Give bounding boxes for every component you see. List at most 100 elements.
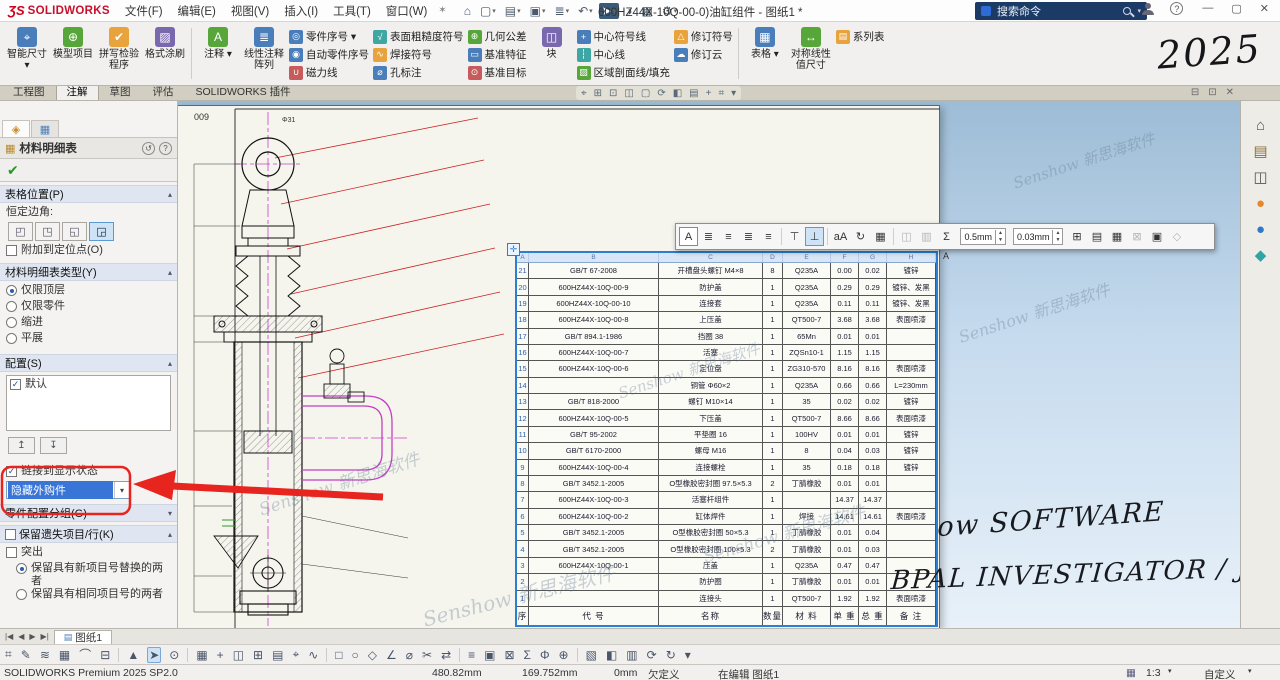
toolbar-icon[interactable]: ≡ (467, 648, 476, 662)
toolbar-icon[interactable]: ▦ (195, 648, 208, 662)
bom-table-row[interactable]: 2防护圈1丁腈橡胶0.010.01 (517, 573, 936, 589)
rotate-icon[interactable]: ↻ (851, 227, 870, 246)
cell-padding-vertical-input[interactable]: 0.03mm▲▼ (1013, 228, 1063, 245)
view-tool-icon[interactable]: ⌖ (581, 88, 587, 99)
search-icon[interactable] (1123, 7, 1131, 15)
ribbon-button-表面粗糙度符号[interactable]: √表面粗糙度符号 (373, 28, 464, 45)
bom-table[interactable]: ABCDEFGH 21GB/T 67-2008开槽盘头螺钉 M4×88Q235A… (515, 251, 938, 627)
bom-table-row[interactable]: 3600HZ44X-10Q-00-1压盖1Q235A0.470.47 (517, 557, 936, 573)
panel-help-icon[interactable]: ? (159, 142, 172, 155)
status-sheet-scale[interactable]: 1:3 (1146, 667, 1161, 679)
align-right-icon[interactable]: ≣ (739, 227, 758, 246)
delete-icon[interactable]: ⊠ (1127, 227, 1146, 246)
align-top-icon[interactable]: ⊤ (785, 227, 804, 246)
save-icon[interactable]: ▣▾ (527, 3, 549, 19)
toolbar-icon[interactable]: ⌒ (78, 646, 92, 663)
border-icon[interactable]: ▦ (1107, 227, 1126, 246)
ribbon-button-几何公差[interactable]: ⊕几何公差 (468, 28, 527, 45)
keep-missing-option[interactable]: 保留具有新项目号替换的两者 (6, 562, 171, 588)
ribbon-button-表格[interactable]: ▦表格 ▾ (742, 24, 788, 83)
toolbar-icon[interactable]: □ (334, 648, 343, 662)
bom-table-row[interactable]: 1连接头1QT500-71.921.92表面喷漆 (517, 590, 936, 606)
command-search[interactable]: 搜索命令 ▾ (975, 2, 1147, 20)
bom-type-option[interactable]: 仅限零件 (6, 300, 171, 313)
ribbon-button-模型项目[interactable]: ⊕模型项目 (50, 24, 96, 83)
search-caret-icon[interactable]: ▾ (1137, 7, 1141, 15)
ribbon-button-块[interactable]: ◫块 (529, 24, 575, 83)
view-tool-icon[interactable]: ⊡ (609, 88, 617, 99)
keep-missing-option[interactable]: 保留具有相同项目号的两者 (6, 588, 171, 601)
ribbon-button-智能尺寸[interactable]: ⌖智能尺寸 ▾ (4, 24, 50, 83)
sheet-nav-button[interactable]: ▶| (40, 632, 50, 641)
align-middle-icon[interactable]: ⊥ (805, 227, 824, 246)
bom-table-row[interactable]: 12600HZ44X-10Q-00-5下压盖1QT500-78.668.66表面… (517, 409, 936, 425)
section-keep-missing[interactable]: 保留遗失项目/行(K) ▴ (0, 525, 177, 543)
custom-properties-icon[interactable]: ◆ (1255, 247, 1267, 264)
toolbar-icon[interactable]: ○ (351, 648, 360, 662)
undo-panel-icon[interactable]: ↺ (142, 142, 155, 155)
section-table-position[interactable]: 表格位置(P) ▴ (0, 185, 177, 203)
keep-missing-checkbox[interactable] (5, 529, 16, 540)
minimize-button[interactable]: — (1199, 2, 1216, 15)
toolbar-icon[interactable]: ▤ (271, 648, 284, 662)
toolbar-icon[interactable]: ⊕ (558, 648, 570, 662)
radio-button[interactable] (6, 333, 17, 344)
toolbar-icon[interactable]: ▾ (684, 648, 692, 662)
toolbar-icon[interactable]: ▣ (483, 648, 496, 662)
bom-table-row[interactable]: 6600HZ44X-10Q-00-2缸体焊件1焊接14.6114.61表面喷漆 (517, 508, 936, 524)
sheet-tab[interactable]: ▤ 图纸1 (54, 630, 112, 644)
toolbar-icon[interactable]: ▧ (585, 648, 598, 662)
ribbon-button-零件序号[interactable]: ◎零件序号 ▾ (289, 28, 369, 45)
bom-table-row[interactable]: 14铜管 Φ60×21Q235A0.660.66L=230mm (517, 377, 936, 393)
toolbar-icon[interactable]: ∠ (385, 648, 398, 662)
move-up-button[interactable]: ↥ (8, 437, 35, 454)
bom-table-row[interactable]: 19600HZ44X-10Q-00-10连接套1Q235A0.110.11镀锌、… (517, 295, 936, 311)
link-display-state-row[interactable]: ✓ 链接到显示状态 (0, 465, 177, 478)
home-icon[interactable]: ⌂ (1256, 117, 1265, 134)
toolbar-icon[interactable]: ⌖ (291, 647, 300, 662)
toolbar-icon[interactable]: ▲ (126, 648, 140, 662)
undo-icon[interactable]: ↶▾ (575, 3, 596, 19)
grid-icon[interactable]: ▦ (1126, 667, 1136, 679)
view-tool-icon[interactable]: ▤ (689, 88, 698, 99)
insert-row-icon[interactable]: ⊞ (1067, 227, 1086, 246)
toolbar-icon[interactable]: + (216, 648, 225, 662)
ribbon-button-孔标注[interactable]: ⌀孔标注 (373, 64, 464, 81)
bom-type-option[interactable]: 缩进 (6, 316, 171, 329)
more-options-icon[interactable]: ◇ (1167, 227, 1186, 246)
insert-column-icon[interactable]: ▤ (1087, 227, 1106, 246)
radio-button[interactable] (16, 563, 27, 574)
user-account-icon[interactable] (1142, 3, 1154, 15)
toolbar-icon[interactable]: ⌀ (405, 648, 414, 662)
section-part-config-grouping[interactable]: 零件配置分组(G) ▾ (0, 504, 177, 522)
bom-table-row[interactable]: 16600HZ44X-10Q-00-7活塞1ZQSn10-11.151.15 (517, 344, 936, 360)
bom-table-row[interactable]: 10GB/T 6170-2000螺母 M16180.040.03镀锌 (517, 442, 936, 458)
attach-anchor-checkbox[interactable] (6, 245, 17, 256)
toolbar-icon[interactable]: ▦ (58, 648, 71, 662)
bom-table-row[interactable]: 11GB/T 95-2002平垫圈 161100HV0.010.01镀锌 (517, 426, 936, 442)
radio-button[interactable] (16, 589, 27, 600)
configuration-checkbox[interactable]: ✓ (10, 379, 21, 390)
menu-item[interactable]: 视图(V) (224, 1, 276, 21)
ok-check-icon[interactable]: ✔ (7, 162, 19, 179)
bom-table-row[interactable]: 20600HZ44X-10Q-00-9防护盖1Q235A0.290.29镀锌、发… (517, 278, 936, 294)
section-bom-type[interactable]: 材料明细表类型(Y) ▴ (0, 263, 177, 281)
status-custom[interactable]: 自定义 (1204, 667, 1236, 680)
ribbon-button-修订云[interactable]: ☁修订云 (674, 46, 733, 63)
bom-table-row[interactable]: 18600HZ44X-10Q-00-8上压盖1QT500-73.683.68表面… (517, 311, 936, 327)
ribbon-button-线性注释阵列[interactable]: ≣线性注释阵列 (241, 24, 287, 83)
file-explorer-icon[interactable]: ◫ (1253, 169, 1267, 186)
toolbar-icon[interactable]: ⊠ (503, 648, 515, 662)
spinner-arrows[interactable]: ▲▼ (995, 230, 1005, 244)
graphics-area[interactable]: 009 Φ31 (178, 101, 1240, 628)
view-tool-icon[interactable]: ⌗ (718, 88, 724, 99)
spinner-arrows[interactable]: ▲▼ (1052, 230, 1062, 244)
align-center-icon[interactable]: ≡ (719, 227, 738, 246)
link-display-state-checkbox[interactable]: ✓ (6, 466, 17, 477)
help-icon[interactable]: ? (1170, 2, 1183, 15)
menu-item[interactable]: 窗口(W) (379, 1, 435, 21)
sheet-nav-button[interactable]: ▶ (28, 632, 36, 641)
display-state-dropdown[interactable]: 隐藏外购件 ▾ (6, 481, 130, 499)
sheet-nav-button[interactable]: ◀ (17, 632, 25, 641)
ribbon-button-磁力线[interactable]: ∪磁力线 (289, 64, 369, 81)
